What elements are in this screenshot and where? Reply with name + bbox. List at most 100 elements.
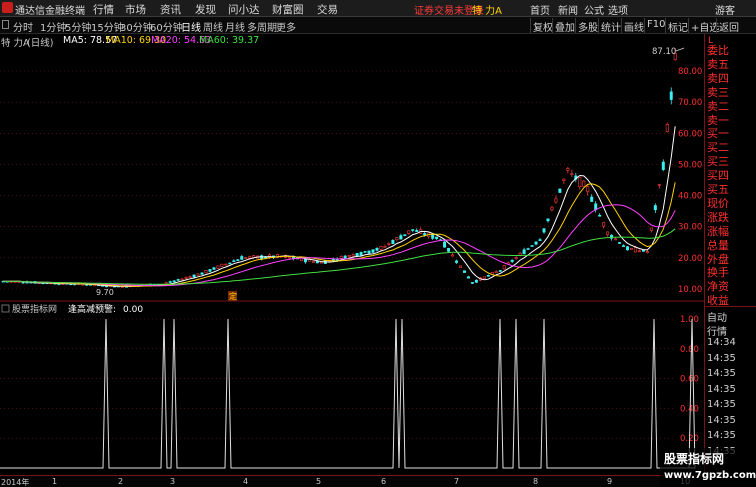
candle-body xyxy=(451,254,455,257)
candle-body xyxy=(415,230,419,232)
candle-body xyxy=(184,277,188,279)
quote-side-panel: L 委比 卖五 卖四 卖三 卖二 卖一 买一 买二 买三 买四 买五 现价 涨跌 涨幅 总量 外盘 换手 净资 收益… xyxy=(704,34,756,475)
period-5min[interactable]: 5分钟 xyxy=(65,19,91,34)
draw-button[interactable]: 画线 xyxy=(621,18,646,34)
tick-time: 14:35 xyxy=(707,430,736,441)
candle-body xyxy=(653,205,657,211)
low-price-label: 9.70 xyxy=(96,288,114,297)
app-name: 通达信金融终端 xyxy=(15,6,85,17)
candle-body xyxy=(470,282,474,284)
indicator-tick-label: 0.40 xyxy=(680,404,699,414)
period-weekly[interactable]: 周线 xyxy=(203,19,223,34)
candle-body xyxy=(395,237,399,240)
date-label: 7 xyxy=(454,477,460,486)
candle-body xyxy=(411,229,415,231)
candle-body xyxy=(319,261,323,264)
auto-label[interactable]: 自动 xyxy=(707,309,727,324)
kline-chart[interactable]: 80.00 70.00 60.00 50.00 40.00 30.00 20.00 10.00… xyxy=(0,34,704,475)
date-label: 9 xyxy=(607,477,613,486)
warning-signal-line xyxy=(0,318,696,469)
period-multi[interactable]: 多周期 xyxy=(247,19,277,34)
candle-body xyxy=(657,184,661,186)
tick-time: 14:35 xyxy=(707,399,736,410)
candle-body xyxy=(614,238,618,241)
period-1min[interactable]: 1分钟 xyxy=(40,19,66,34)
multi-stock-button[interactable]: 多股 xyxy=(575,18,600,34)
guest-user[interactable]: 游客 xyxy=(715,2,735,17)
indicator-tick-label: 0.60 xyxy=(680,375,699,385)
date-label: 3 xyxy=(170,477,176,486)
candle-body xyxy=(590,196,594,202)
menu-discover[interactable]: 发现 xyxy=(195,2,216,17)
period-daily[interactable]: 日线 xyxy=(181,19,201,34)
formula-button[interactable]: 公式 xyxy=(584,2,604,17)
candle-body xyxy=(375,247,379,251)
menu-wealth[interactable]: 财富圈 xyxy=(272,2,304,17)
period-monthly[interactable]: 月线 xyxy=(225,19,245,34)
news-button[interactable]: 新闻 xyxy=(558,2,578,17)
candle-body xyxy=(172,280,176,283)
candle-body xyxy=(339,256,343,259)
tick-time: 14:34 xyxy=(707,337,736,348)
candle-body xyxy=(303,258,307,263)
candle-body xyxy=(399,235,403,240)
candle-body xyxy=(164,282,168,285)
f10-button[interactable]: F10 xyxy=(644,18,667,33)
candle-body xyxy=(645,251,649,253)
ma5-line xyxy=(3,126,676,287)
candle-body xyxy=(498,270,502,272)
period-30min[interactable]: 30分钟 xyxy=(120,19,153,34)
stats-button[interactable]: 统计 xyxy=(598,18,623,34)
candle-body xyxy=(546,218,550,222)
ma60-value: MA60: 39.37 xyxy=(199,35,260,46)
chart-canvas[interactable]: 80.00 70.00 60.00 50.00 40.00 30.00 20.00 10.00… xyxy=(0,34,704,475)
menu-ask[interactable]: 问小达 xyxy=(228,2,260,17)
candle-body xyxy=(538,239,542,241)
candle-body xyxy=(236,259,240,261)
candle-body xyxy=(180,278,184,281)
options-button[interactable]: 选项 xyxy=(608,2,628,17)
period-minute[interactable]: 分时 xyxy=(13,19,33,34)
price-tick-label: 10.00 xyxy=(678,285,702,295)
mark-button[interactable]: 标记 xyxy=(665,18,690,34)
candle-body xyxy=(168,281,172,283)
period-more[interactable]: 更多 xyxy=(276,19,296,34)
candle-body xyxy=(629,248,633,250)
title-bar: 通达信金融终端 行情 市场 资讯 发现 问小达 财富圈 交易 证券交易未登录 特… xyxy=(0,0,756,17)
candle-body xyxy=(502,265,506,270)
indicator-value: 0.00 xyxy=(123,305,143,315)
back-button[interactable]: 返回 xyxy=(716,18,741,34)
candle-body xyxy=(637,250,641,253)
candle-body xyxy=(363,251,367,253)
candle-body xyxy=(466,276,470,279)
candle-body xyxy=(510,259,514,262)
indicator-tick-label: 1.00 xyxy=(680,315,699,325)
candle-body xyxy=(244,257,248,259)
menu-trade[interactable]: 交易 xyxy=(317,2,338,17)
candle-body xyxy=(462,270,466,273)
marker-label: 定 xyxy=(229,291,237,301)
menu-market[interactable]: 市场 xyxy=(125,2,146,17)
candle-body xyxy=(443,241,447,248)
candle-body xyxy=(359,252,363,256)
indicator-tick-label: 0.80 xyxy=(680,345,699,355)
ma10-line xyxy=(3,182,676,287)
candle-body xyxy=(367,250,371,254)
quote-label[interactable]: 行情 xyxy=(707,323,727,338)
menu-quotes[interactable]: 行情 xyxy=(93,2,114,17)
period-toolbar: 分时 1分钟 5分钟 15分钟 30分钟 60分钟 日线 周线 月线 多周期 更… xyxy=(0,17,756,34)
candle-body xyxy=(602,222,606,227)
date-label: 1 xyxy=(52,477,58,486)
period-60min[interactable]: 60分钟 xyxy=(150,19,183,34)
ma-info-line: 特 力A (日线) MA5: 78.57 MA10: 69.30 MA20: 5… xyxy=(0,34,704,49)
candle-body xyxy=(622,245,626,247)
overlay-button[interactable]: 叠加 xyxy=(552,18,577,34)
home-button[interactable]: 首页 xyxy=(530,2,550,17)
candle-body xyxy=(578,176,582,188)
menu-news[interactable]: 资讯 xyxy=(160,2,181,17)
candle-body xyxy=(661,161,665,170)
candle-body xyxy=(486,275,490,277)
watermark-url: www.7gpzb.com xyxy=(664,470,756,481)
period-15min[interactable]: 15分钟 xyxy=(91,19,124,34)
layout-icon[interactable] xyxy=(2,20,9,29)
